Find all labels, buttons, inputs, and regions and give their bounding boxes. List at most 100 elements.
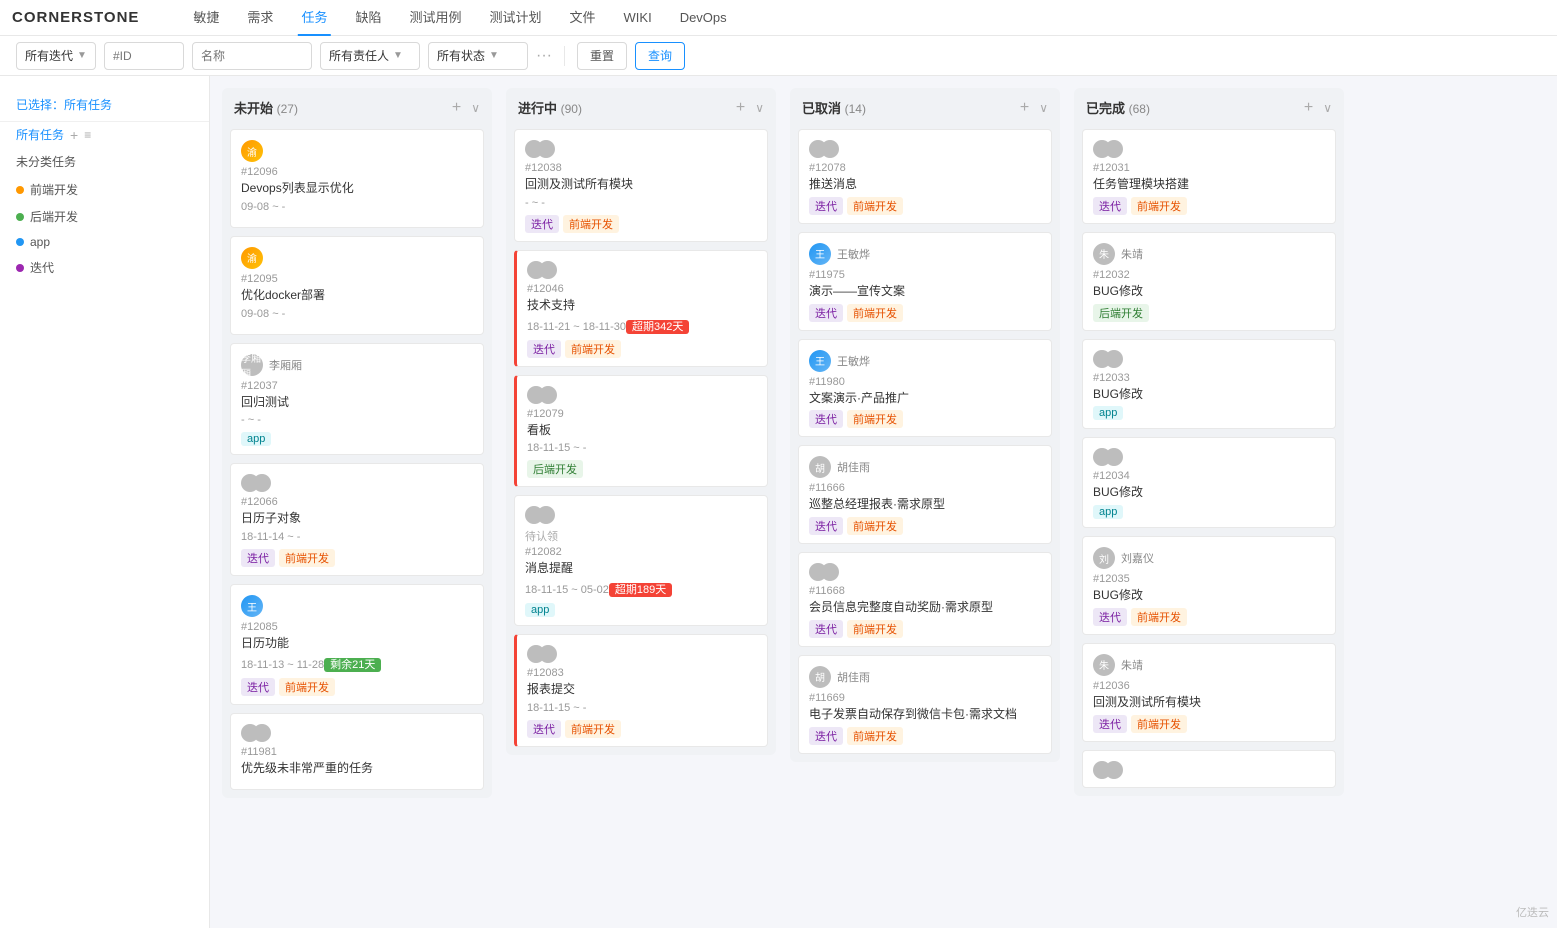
column-collapse-btn-3[interactable]: ∨ [1323,101,1332,115]
card-id: #12038 [525,162,757,174]
card-#11980[interactable]: 王王敏烨 #11980 文案演示·产品推广 迭代前端开发 [798,339,1052,438]
query-button[interactable]: 查询 [635,42,685,70]
sidebar-all-tasks-row[interactable]: 所有任务 + ≡ [0,122,209,147]
nav-item-需求[interactable]: 需求 [233,0,287,36]
nav-item-DevOps[interactable]: DevOps [666,0,741,36]
category-dot [16,213,24,221]
category-dot [16,264,24,272]
card-tags: app [1093,505,1325,519]
card-#12033[interactable]: #12033 BUG修改 app [1082,339,1336,430]
card-tags: 迭代前端开发 [525,215,757,233]
card-#12032[interactable]: 朱朱靖 #12032 BUG修改 后端开发 [1082,232,1336,331]
column-title-3: 已完成 (68) [1086,98,1294,117]
name-input[interactable] [192,42,312,70]
card-#11668[interactable]: #11668 会员信息完整度自动奖励·需求原型 迭代前端开发 [798,552,1052,647]
card-#12079[interactable]: #12079 看板 18-11-15 ~ - 后端开发 [514,375,768,488]
card-assignee-name: 胡佳雨 [837,669,870,685]
avatar-group [1093,448,1123,466]
card-assignee-name: 胡佳雨 [837,459,870,475]
card-#12066[interactable]: #12066 日历子对象 18-11-14 ~ - 迭代前端开发 [230,463,484,576]
card-#12085[interactable]: 王 #12085 日历功能 18-11-13 ~ 11-28剩余21天 迭代前端… [230,584,484,705]
tag: 迭代 [241,549,275,567]
card-title: BUG修改 [1093,386,1325,403]
tag: 迭代 [527,720,561,738]
nav-item-文件[interactable]: 文件 [556,0,610,36]
nav-item-任务[interactable]: 任务 [287,0,341,36]
card-title: 推送消息 [809,176,1041,193]
sidebar: 已选择：所有任务 所有任务 + ≡ 未分类任务 前端开发后端开发app迭代 [0,76,210,928]
nav-item-WIKI[interactable]: WIKI [610,0,666,36]
reset-button[interactable]: 重置 [577,42,627,70]
card-#12046[interactable]: #12046 技术支持 18-11-21 ~ 18-11-30超期342天 迭代… [514,250,768,367]
tag: 迭代 [525,215,559,233]
column-collapse-btn-0[interactable]: ∨ [471,101,480,115]
card-id: #11666 [809,482,1041,494]
card-title: 日历子对象 [241,510,473,527]
card-id: #11975 [809,269,1041,281]
card-#11669[interactable]: 胡胡佳雨 #11669 电子发票自动保存到微信卡包·需求文档 迭代前端开发 [798,655,1052,754]
card-#12082[interactable]: 待认领 #12082 消息提醒 18-11-15 ~ 05-02超期189天 a… [514,495,768,626]
more-icon[interactable]: ··· [536,47,552,65]
card-#11981[interactable]: #11981 优先级未非常严重的任务 [230,713,484,790]
card-#11975[interactable]: 王王敏烨 #11975 演示——宣传文案 迭代前端开发 [798,232,1052,331]
card-assignee-name: 朱靖 [1121,657,1143,673]
iteration-select[interactable]: 所有迭代 ▼ [16,42,96,70]
card-#12037[interactable]: 李厢厢李厢厢 #12037 回归测试 - ~ - app [230,343,484,456]
card-#12034[interactable]: #12034 BUG修改 app [1082,437,1336,528]
assignee-select[interactable]: 所有责任人 ▼ [320,42,420,70]
main-layout: 已选择：所有任务 所有任务 + ≡ 未分类任务 前端开发后端开发app迭代 未开… [0,76,1557,928]
list-icon[interactable]: ≡ [84,128,91,142]
column-header-3: 已完成 (68) + ∨ [1074,88,1344,125]
sidebar-categories: 前端开发后端开发app迭代 [0,176,209,281]
column-add-btn-3[interactable]: + [1300,99,1317,117]
tag: 前端开发 [279,549,335,567]
card-#12035[interactable]: 刘刘嘉仪 #12035 BUG修改 迭代前端开发 [1082,536,1336,635]
avatar-2 [537,140,555,158]
watermark: 亿迭云 [1516,904,1549,920]
status-select[interactable]: 所有状态 ▼ [428,42,528,70]
tag: 前端开发 [847,304,903,322]
sidebar-category-app[interactable]: app [0,230,209,254]
tag: 迭代 [809,517,843,535]
column-add-btn-2[interactable]: + [1016,99,1033,117]
card-date: 09-08 ~ - [241,308,473,320]
column-collapse-btn-1[interactable]: ∨ [755,101,764,115]
card-placeholder[interactable] [1082,750,1336,788]
nav-item-测试用例[interactable]: 测试用例 [395,0,475,36]
tag: 迭代 [527,340,561,358]
card-#12096[interactable]: 渝 #12096 Devops列表显示优化 09-08 ~ - [230,129,484,228]
avatar: 王 [241,595,263,617]
card-#12038[interactable]: #12038 回测及测试所有模块 - ~ - 迭代前端开发 [514,129,768,242]
card-#12095[interactable]: 渝 #12095 优化docker部署 09-08 ~ - [230,236,484,335]
card-#12036[interactable]: 朱朱靖 #12036 回测及测试所有模块 迭代前端开发 [1082,643,1336,742]
card-title: 优先级未非常严重的任务 [241,760,473,777]
card-#12083[interactable]: #12083 报表提交 18-11-15 ~ - 迭代前端开发 [514,634,768,747]
tag: 后端开发 [1093,304,1149,322]
nav-item-敏捷[interactable]: 敏捷 [179,0,233,36]
avatar-group [527,386,557,404]
card-#12031[interactable]: #12031 任务管理模块搭建 迭代前端开发 [1082,129,1336,224]
sidebar-category-后端开发[interactable]: 后端开发 [0,203,209,230]
card-#12078[interactable]: #12078 推送消息 迭代前端开发 [798,129,1052,224]
card-top [1093,448,1325,466]
column-add-btn-0[interactable]: + [448,99,465,117]
column-add-btn-1[interactable]: + [732,99,749,117]
sidebar-category-迭代[interactable]: 迭代 [0,254,209,281]
avatar-group [241,474,271,492]
avatar: 王 [809,350,831,372]
avatar: 刘 [1093,547,1115,569]
card-tags: 迭代前端开发 [809,197,1041,215]
sidebar-category-前端开发[interactable]: 前端开发 [0,176,209,203]
card-title: 文案演示·产品推广 [809,390,1041,407]
card-#11666[interactable]: 胡胡佳雨 #11666 巡整总经理报表·需求原型 迭代前端开发 [798,445,1052,544]
id-input[interactable] [104,42,184,70]
nav-item-缺陷[interactable]: 缺陷 [341,0,395,36]
avatar: 渝 [241,247,263,269]
add-task-icon[interactable]: + [70,127,78,143]
card-id: #12032 [1093,269,1325,281]
nav-item-测试计划[interactable]: 测试计划 [475,0,555,36]
card-title: 技术支持 [527,297,757,314]
card-id: #12096 [241,166,473,178]
column-collapse-btn-2[interactable]: ∨ [1039,101,1048,115]
avatar-group [1093,350,1123,368]
